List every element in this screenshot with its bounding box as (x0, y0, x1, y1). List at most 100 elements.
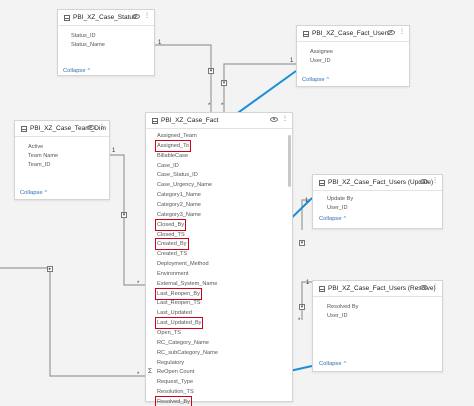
collapse-label: Collapse (63, 68, 86, 74)
table-card-case-fact-users-resolve[interactable]: PBI_XZ_Case_Fact_Users (Resolve) ⋮ Resol… (312, 280, 443, 372)
relationship-filter-icon[interactable]: ▾ (221, 80, 227, 86)
field-item[interactable]: Status_ID (71, 32, 96, 40)
field-item[interactable]: BillableCase (157, 152, 188, 160)
field-item[interactable]: Created_TS (157, 250, 187, 258)
chevron-up-icon: ^ (87, 68, 90, 74)
relationship-filter-icon[interactable]: ▾ (121, 212, 127, 218)
field-item[interactable]: ReOpen Count (157, 368, 194, 376)
field-item-highlighted[interactable]: Closed_By (154, 218, 187, 231)
field-item[interactable]: Active (28, 143, 43, 151)
table-card-case-status[interactable]: PBI_XZ_Case_Status ⋮ Status_ID Status_Na… (57, 9, 155, 76)
collapse-button[interactable]: Collapse ^ (63, 68, 90, 74)
table-header[interactable]: PBI_XZ_Case_Fact_Users (Resolve) ⋮ (313, 281, 442, 297)
cardinality-many-label: * (298, 318, 301, 324)
relationship-filter-icon[interactable]: ▾ (299, 304, 305, 310)
eye-icon[interactable] (132, 13, 140, 19)
field-item[interactable]: RC_Category_Name (157, 339, 209, 347)
field-item[interactable]: Case_Status_ID (157, 171, 198, 179)
field-item[interactable]: Assignee (310, 48, 333, 56)
table-icon (303, 30, 309, 37)
field-item[interactable]: Resolved By (327, 303, 358, 311)
eye-icon[interactable] (387, 29, 395, 35)
field-item[interactable]: Status_Name (71, 41, 105, 49)
relationship-filter-icon[interactable]: ▸ (47, 266, 53, 272)
field-item[interactable]: Regulatory (157, 359, 184, 367)
collapse-button[interactable]: Collapse ^ (302, 77, 329, 83)
more-options-icon[interactable]: ⋮ (432, 284, 438, 290)
table-header[interactable]: PBI_XZ_Case_Status ⋮ (58, 10, 154, 26)
field-item[interactable]: Assigned_Team (157, 132, 197, 140)
sigma-icon: Σ (148, 368, 153, 376)
collapse-label: Collapse (20, 190, 43, 196)
cardinality-many-label: * (208, 103, 211, 109)
chevron-up-icon: ^ (326, 77, 329, 83)
field-item[interactable]: Update By (327, 195, 353, 203)
collapse-label: Collapse (302, 77, 325, 83)
table-title: PBI_XZ_Case_Status (73, 14, 137, 21)
relationship-resolve-fact (301, 281, 312, 320)
table-card-case-team-dim[interactable]: PBI_XZ_Case_Team_Dim ⋮ Active Team Name … (14, 120, 110, 200)
cardinality-one-label: 1 (158, 40, 162, 46)
field-item[interactable]: Case_Urgency_Name (157, 181, 212, 189)
cardinality-one-label: 1 (306, 280, 310, 286)
collapse-label: Collapse (319, 361, 342, 367)
relationship-filter-icon[interactable]: ▾ (299, 240, 305, 246)
table-card-case-fact-users[interactable]: PBI_XZ_Case_Fact_Users ⋮ Assignee User_I… (296, 25, 410, 87)
field-item[interactable]: Team_ID (28, 161, 50, 169)
field-item[interactable]: Category2_Name (157, 201, 201, 209)
collapse-button[interactable]: Collapse ^ (319, 361, 346, 367)
table-icon (64, 14, 70, 21)
field-item[interactable]: External_System_Name (157, 280, 217, 288)
field-item[interactable]: Open_TS (157, 329, 181, 337)
field-item[interactable]: Category1_Name (157, 191, 201, 199)
table-icon (152, 117, 158, 124)
table-card-case-fact[interactable]: PBI_XZ_Case_Fact ⋮ Assigned_Team Assigned… (145, 112, 293, 406)
collapse-button[interactable]: Collapse ^ (20, 190, 47, 196)
relationship-filter-icon[interactable]: ▾ (208, 68, 214, 74)
field-item[interactable]: Category3_Name (157, 211, 201, 219)
cardinality-one-label: 1 (290, 58, 294, 64)
field-item[interactable]: User_ID (327, 204, 348, 212)
field-item[interactable]: Request_Type (157, 378, 193, 386)
model-canvas[interactable]: 1 1 1 1 1 * * * * * ▾ ▾ ▾ ▸ ▾ ▾ PBI_XZ_C… (0, 0, 474, 406)
table-header[interactable]: PBI_XZ_Case_Fact_Users ⋮ (297, 26, 409, 42)
table-card-case-fact-users-update[interactable]: PBI_XZ_Case_Fact_Users (Update) ⋮ Update… (312, 174, 443, 229)
field-item[interactable]: User_ID (327, 312, 348, 320)
table-title: PBI_XZ_Case_Fact_Users (312, 30, 391, 37)
cardinality-many-label: * (137, 281, 140, 287)
scrollbar[interactable] (288, 135, 291, 187)
relationship-users-fact (223, 63, 296, 114)
field-item[interactable]: Resolution_TS (157, 388, 194, 396)
field-item[interactable]: Team Name (28, 152, 58, 160)
table-header[interactable]: PBI_XZ_Case_Fact_Users (Update) ⋮ (313, 175, 442, 191)
field-item-highlighted[interactable]: Last_Reopen_By (155, 287, 202, 300)
field-item[interactable]: Closed_TS (157, 231, 185, 239)
more-options-icon[interactable]: ⋮ (144, 13, 150, 19)
field-item-highlighted[interactable]: Last_Updated_By (154, 317, 204, 330)
eye-icon[interactable] (87, 124, 95, 130)
field-item-highlighted[interactable]: Assigned_To (154, 139, 192, 152)
chevron-up-icon: ^ (343, 216, 346, 222)
more-options-icon[interactable]: ⋮ (399, 29, 405, 35)
eye-icon[interactable] (420, 284, 428, 290)
table-header[interactable]: PBI_XZ_Case_Team_Dim ⋮ (15, 121, 109, 137)
table-header[interactable]: PBI_XZ_Case_Fact ⋮ (146, 113, 292, 129)
field-item[interactable]: User_ID (310, 57, 331, 65)
cardinality-one-label: 1 (305, 198, 309, 204)
field-item-highlighted[interactable]: Created_By (155, 238, 189, 251)
field-item[interactable]: Environment (157, 270, 188, 278)
eye-icon[interactable] (420, 178, 428, 184)
eye-icon[interactable] (270, 116, 278, 122)
more-options-icon[interactable]: ⋮ (432, 178, 438, 184)
field-item[interactable]: Deployment_Method (157, 260, 209, 268)
more-options-icon[interactable]: ⋮ (282, 116, 288, 122)
table-icon (319, 285, 325, 292)
table-icon (21, 125, 27, 132)
field-item[interactable]: Last_Updated (157, 309, 192, 317)
field-item[interactable]: Case_ID (157, 162, 179, 170)
more-options-icon[interactable]: ⋮ (99, 124, 105, 130)
field-item[interactable]: RC_subCategory_Name (157, 349, 218, 357)
chevron-up-icon: ^ (343, 361, 346, 367)
collapse-button[interactable]: Collapse ^ (319, 216, 346, 222)
field-item[interactable]: Last_Reopen_TS (157, 299, 201, 307)
